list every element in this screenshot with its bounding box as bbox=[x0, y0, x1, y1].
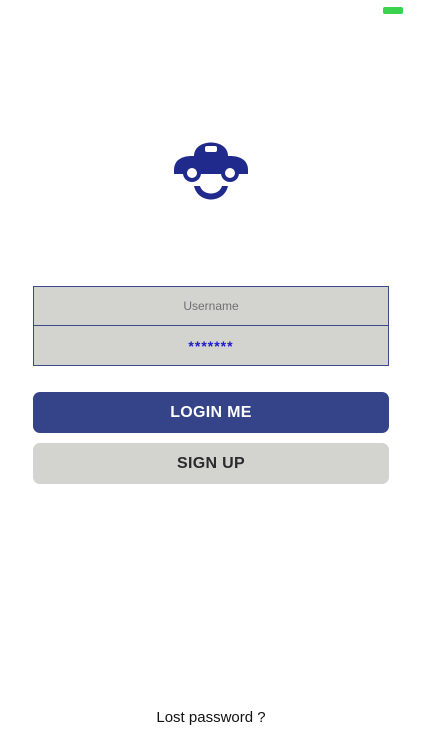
car-face-logo-icon bbox=[174, 142, 248, 200]
battery-icon bbox=[383, 7, 403, 14]
username-input[interactable] bbox=[34, 287, 388, 325]
username-field[interactable] bbox=[33, 286, 389, 326]
status-bar bbox=[0, 0, 422, 20]
login-screen: LOGIN ME SIGN UP Lost password ? bbox=[0, 0, 422, 750]
lost-password-link[interactable]: Lost password ? bbox=[0, 709, 422, 726]
password-field[interactable] bbox=[33, 326, 389, 366]
signup-button[interactable]: SIGN UP bbox=[33, 443, 389, 484]
password-input[interactable] bbox=[34, 326, 388, 365]
login-button[interactable]: LOGIN ME bbox=[33, 392, 389, 433]
